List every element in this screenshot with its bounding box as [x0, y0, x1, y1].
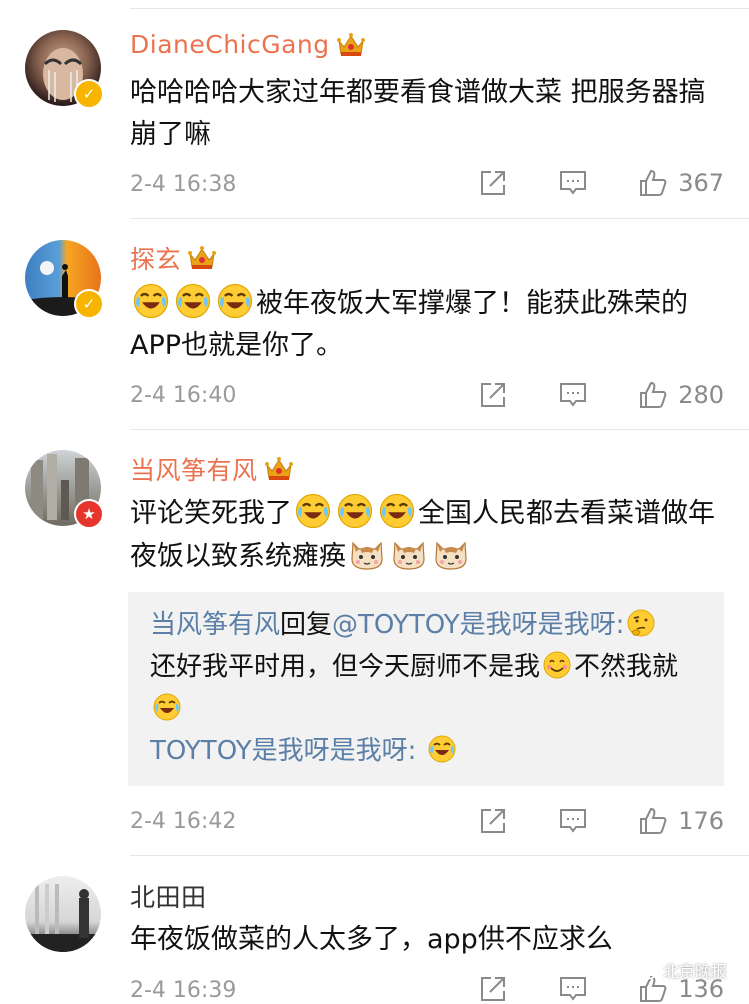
- reply-icon[interactable]: [558, 806, 588, 836]
- thinking-emoji: [626, 608, 656, 638]
- wechat-icon: [631, 961, 657, 980]
- cat-emoji: [390, 535, 428, 573]
- quoted-author-link[interactable]: TOYTOY是我呀是我呀:: [150, 736, 416, 766]
- timestamp: 2-4 16:40: [130, 383, 237, 408]
- laugh-cry-emoji: [336, 492, 374, 530]
- username[interactable]: 探玄: [130, 240, 217, 276]
- comment-text-body: 被年夜饭大军撑爆了！能获此殊荣的APP也就是你了。: [130, 288, 688, 361]
- username-label: DianeChicGang: [130, 30, 330, 59]
- reply-icon[interactable]: [558, 380, 588, 410]
- avatar[interactable]: ✓: [25, 240, 104, 319]
- share-icon[interactable]: [478, 380, 508, 410]
- laugh-cry-emoji: [174, 282, 212, 320]
- reply-author-link[interactable]: 当风筝有风: [150, 610, 280, 640]
- timestamp: 2-4 16:38: [130, 172, 237, 197]
- reply-icon[interactable]: [558, 168, 588, 198]
- cat-emoji: [348, 535, 386, 573]
- laugh-cry-emoji: [152, 692, 182, 722]
- comment-text-part: 评论笑死我了: [130, 498, 292, 529]
- reply-verb: 回复: [280, 610, 333, 640]
- smile-emoji: [542, 650, 572, 680]
- avatar[interactable]: ✓: [25, 30, 104, 109]
- username-label: 探玄: [130, 245, 182, 274]
- crown-icon: [264, 456, 294, 482]
- username-label: 当风筝有风: [130, 456, 258, 485]
- laugh-cry-emoji: [294, 492, 332, 530]
- share-icon[interactable]: [478, 806, 508, 836]
- reply-target-link[interactable]: @TOYTOY是我呀是我呀:: [332, 610, 624, 640]
- crown-icon: [336, 32, 366, 58]
- laugh-cry-emoji: [216, 282, 254, 320]
- laugh-cry-emoji: [427, 734, 457, 764]
- share-icon[interactable]: [478, 974, 508, 1004]
- laugh-cry-emoji: [132, 282, 170, 320]
- comment-text: 评论笑死我了 全国人民都去看菜谱做年夜饭以致系统瘫痪: [130, 492, 730, 578]
- timestamp: 2-4 16:39: [130, 978, 237, 1003]
- comment-actions: 367: [478, 168, 724, 198]
- comment-text: 年夜饭做菜的人太多了，app供不应求么: [130, 924, 613, 955]
- divider: [130, 218, 749, 219]
- divider: [130, 855, 749, 856]
- reply-body-part: 还好我平时用，但今天厨师不是我: [150, 652, 541, 682]
- username[interactable]: DianeChicGang: [130, 30, 366, 59]
- username[interactable]: 北田田: [130, 878, 207, 914]
- comment-actions: 176: [478, 806, 724, 836]
- comment-text: 被年夜饭大军撑爆了！能获此殊荣的APP也就是你了。: [130, 282, 730, 367]
- like-count: 176: [678, 807, 724, 835]
- laugh-cry-emoji: [378, 492, 416, 530]
- like-count: 280: [678, 381, 724, 409]
- timestamp: 2-4 16:42: [130, 809, 237, 834]
- like-icon[interactable]: [638, 168, 668, 198]
- reply-body: 还好我平时用，但今天厨师不是我 不然我就: [150, 646, 704, 730]
- verified-badge-icon: ✓: [74, 79, 104, 109]
- cat-emoji: [432, 535, 470, 573]
- member-badge-icon: ★: [74, 499, 104, 529]
- username[interactable]: 当风筝有风: [130, 451, 294, 487]
- avatar[interactable]: [25, 876, 101, 952]
- reply-body-part: 不然我就: [574, 652, 679, 682]
- like-icon[interactable]: [638, 380, 668, 410]
- reply-icon[interactable]: [558, 974, 588, 1004]
- reply-header: 当风筝有风回复@TOYTOY是我呀是我呀:: [150, 604, 704, 646]
- top-divider: [130, 8, 749, 9]
- comment-actions: 280: [478, 380, 724, 410]
- avatar[interactable]: ★: [25, 450, 104, 529]
- share-icon[interactable]: [478, 168, 508, 198]
- reply-quote: TOYTOY是我呀是我呀:: [150, 730, 704, 772]
- verified-badge-icon: ✓: [74, 289, 104, 319]
- like-count: 367: [678, 169, 724, 197]
- watermark-label: 北京晚报: [662, 962, 727, 981]
- comment-text: 哈哈哈哈大家过年都要看食谱做大菜 把服务器搞崩了嘛: [130, 77, 706, 150]
- username-label: 北田田: [130, 883, 207, 912]
- divider: [130, 429, 749, 430]
- watermark: 北京晚报: [631, 958, 727, 982]
- reply-thread[interactable]: 当风筝有风回复@TOYTOY是我呀是我呀: 还好我平时用，但今天厨师不是我 不然我…: [128, 592, 724, 786]
- crown-icon: [187, 245, 217, 271]
- like-icon[interactable]: [638, 806, 668, 836]
